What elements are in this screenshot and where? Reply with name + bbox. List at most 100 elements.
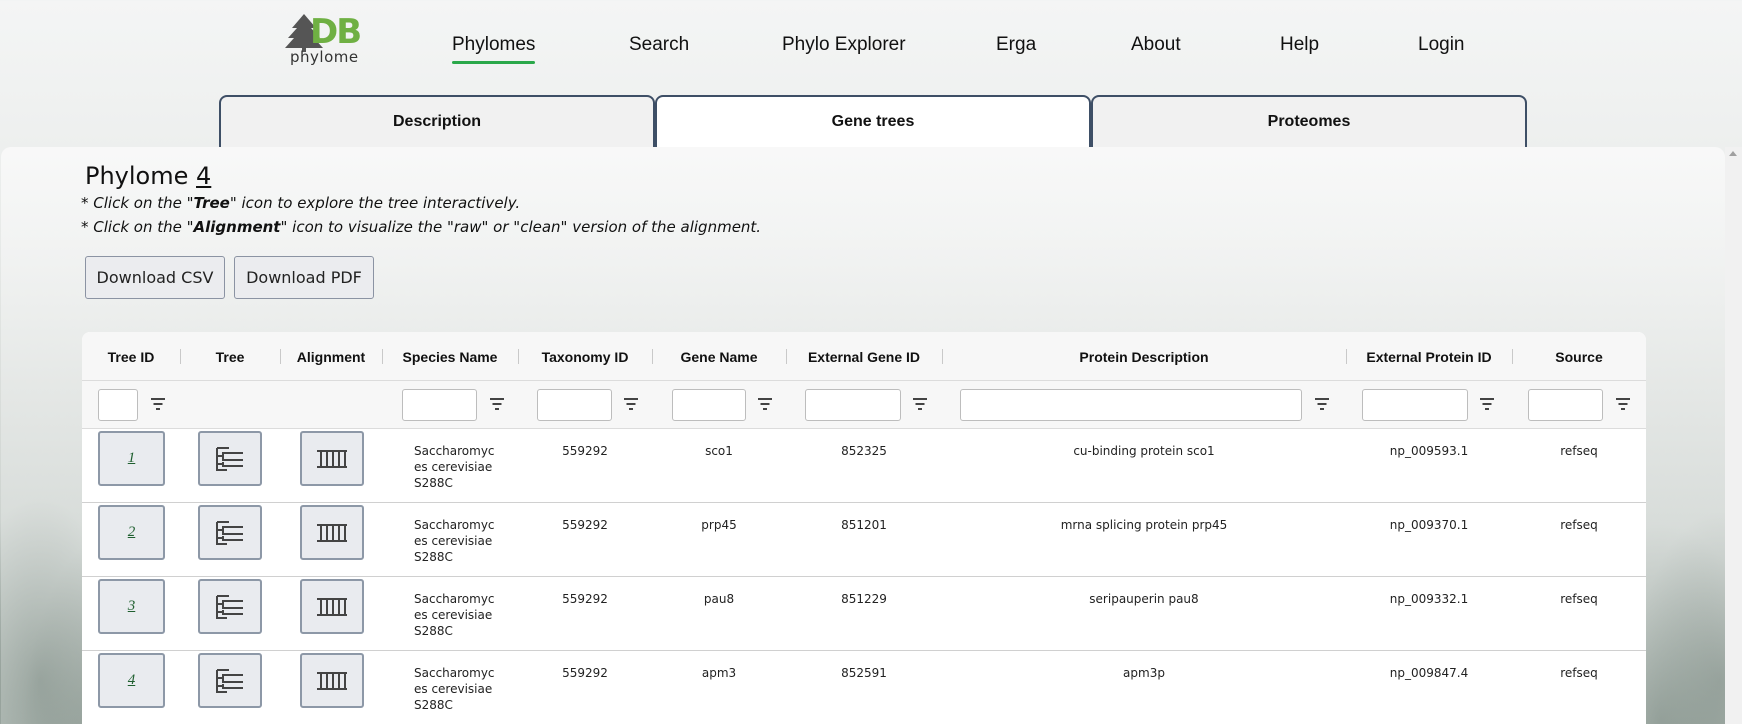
filter-icon[interactable] [490,397,504,411]
alignment-view-button[interactable] [300,579,364,634]
col-tree[interactable]: Tree [180,332,280,381]
tree-view-button[interactable] [198,431,262,486]
source-cell: refseq [1560,666,1598,680]
tree-view-button[interactable] [198,579,262,634]
nav-phylomes[interactable]: Phylomes [452,34,536,64]
tree-id-link[interactable]: 2 [98,505,165,560]
col-external-protein-id[interactable]: External Protein ID [1346,332,1512,381]
filter-icon[interactable] [913,397,927,411]
filter-external-gene-input[interactable] [805,389,901,421]
col-external-gene-id[interactable]: External Gene ID [786,332,942,381]
taxonomy-id-cell: 559292 [562,592,608,606]
table-row: 1 Saccharomyces cerevisiae S288C 559292 … [82,429,1646,503]
title-prefix: Phylome [85,162,197,190]
nav-login[interactable]: Login [1418,34,1465,56]
filter-gene-name-input[interactable] [672,389,746,421]
tab-proteomes[interactable]: Proteomes [1091,95,1527,147]
alignment-icon [317,523,347,542]
col-protein-description[interactable]: Protein Description [942,332,1346,381]
external-protein-id-cell: np_009370.1 [1389,518,1469,532]
taxonomy-id-cell: 559292 [562,444,608,458]
col-source[interactable]: Source [1512,332,1646,381]
protein-description-cell: mrna splicing protein prp45 [1060,518,1228,532]
note-alignment-b: Alignment [193,218,281,236]
species-name-cell: Saccharomyces cerevisiae S288C [414,444,495,490]
alignment-view-button[interactable] [300,505,364,560]
filter-species-input[interactable] [402,389,477,421]
protein-description-cell: seripauperin pau8 [1089,592,1199,606]
source-cell: refseq [1560,592,1598,606]
filter-tree-id-input[interactable] [98,389,138,421]
table-row: 2 Saccharomyces cerevisiae S288C 559292 … [82,503,1646,577]
note-alignment-a: * Click on the " [81,218,194,236]
external-gene-id-cell: 852325 [841,444,887,458]
table-row: 4 Saccharomyces cerevisiae S288C 559292 … [82,651,1646,724]
col-gene-name[interactable]: Gene Name [652,332,786,381]
main-nav: Phylomes Search Phylo Explorer Erga Abou… [0,34,1742,64]
external-gene-id-cell: 852591 [841,666,887,680]
filter-protein-description-input[interactable] [960,389,1302,421]
tree-icon [216,446,243,471]
tree-view-button[interactable] [198,653,262,708]
col-alignment[interactable]: Alignment [280,332,382,381]
external-protein-id-cell: np_009847.4 [1389,666,1469,680]
alignment-icon [317,597,347,616]
tree-id-link[interactable]: 3 [98,579,165,634]
gene-name-cell: prp45 [701,518,737,532]
tree-id-link[interactable]: 1 [98,431,165,486]
tree-icon [216,520,243,545]
tree-id-link[interactable]: 4 [98,653,165,708]
note-tree-a: * Click on the " [81,194,194,212]
filter-taxonomy-input[interactable] [537,389,612,421]
filter-icon[interactable] [151,397,165,411]
col-tree-id[interactable]: Tree ID [82,332,180,381]
nav-search[interactable]: Search [629,34,689,56]
tab-description[interactable]: Description [219,95,655,147]
scroll-up-arrow-icon[interactable] [1729,151,1737,156]
col-species-name[interactable]: Species Name [382,332,518,381]
external-protein-id-cell: np_009593.1 [1389,444,1469,458]
gene-name-cell: apm3 [701,666,737,680]
filter-source-input[interactable] [1528,389,1603,421]
gene-name-cell: sco1 [705,444,733,458]
alignment-view-button[interactable] [300,431,364,486]
tree-view-button[interactable] [198,505,262,560]
filter-icon[interactable] [758,397,772,411]
taxonomy-id-cell: 559292 [562,518,608,532]
protein-description-cell: cu-binding protein sco1 [1073,444,1215,458]
filter-icon[interactable] [1616,397,1630,411]
species-name-cell: Saccharomyces cerevisiae S288C [414,592,495,638]
note-tree-b: Tree [193,194,230,212]
filter-icon[interactable] [1480,397,1494,411]
filter-external-protein-input[interactable] [1362,389,1468,421]
note-alignment: * Click on the "Alignment" icon to visua… [81,218,761,236]
nav-about[interactable]: About [1131,34,1181,56]
source-cell: refseq [1560,444,1598,458]
phylome-number[interactable]: 4 [196,162,211,190]
external-protein-id-cell: np_009332.1 [1389,592,1469,606]
col-taxonomy-id[interactable]: Taxonomy ID [518,332,652,381]
filter-row [82,381,1646,429]
alignment-view-button[interactable] [300,653,364,708]
filter-icon[interactable] [1315,397,1329,411]
gene-trees-table: Tree ID Tree Alignment Species Name Taxo… [82,332,1646,724]
page-title: Phylome 4 [85,162,211,190]
table-row: 3 Saccharomyces cerevisiae S288C 559292 … [82,577,1646,651]
page-scrollbar[interactable] [1725,147,1742,724]
note-alignment-c: " icon to visualize the "raw" or "clean"… [280,218,762,236]
protein-description-cell: apm3p [1123,666,1165,680]
note-tree: * Click on the "Tree" icon to explore th… [81,194,520,212]
nav-phylo-explorer[interactable]: Phylo Explorer [782,34,906,56]
external-gene-id-cell: 851201 [841,518,887,532]
download-csv-button[interactable]: Download CSV [85,256,225,299]
nav-help[interactable]: Help [1280,34,1319,56]
tree-icon [216,594,243,619]
alignment-icon [317,671,347,690]
filter-icon[interactable] [624,397,638,411]
taxonomy-id-cell: 559292 [562,666,608,680]
download-pdf-button[interactable]: Download PDF [234,256,374,299]
nav-erga[interactable]: Erga [996,34,1036,56]
alignment-icon [317,449,347,468]
tab-gene-trees[interactable]: Gene trees [655,95,1091,147]
gene-name-cell: pau8 [703,592,735,606]
